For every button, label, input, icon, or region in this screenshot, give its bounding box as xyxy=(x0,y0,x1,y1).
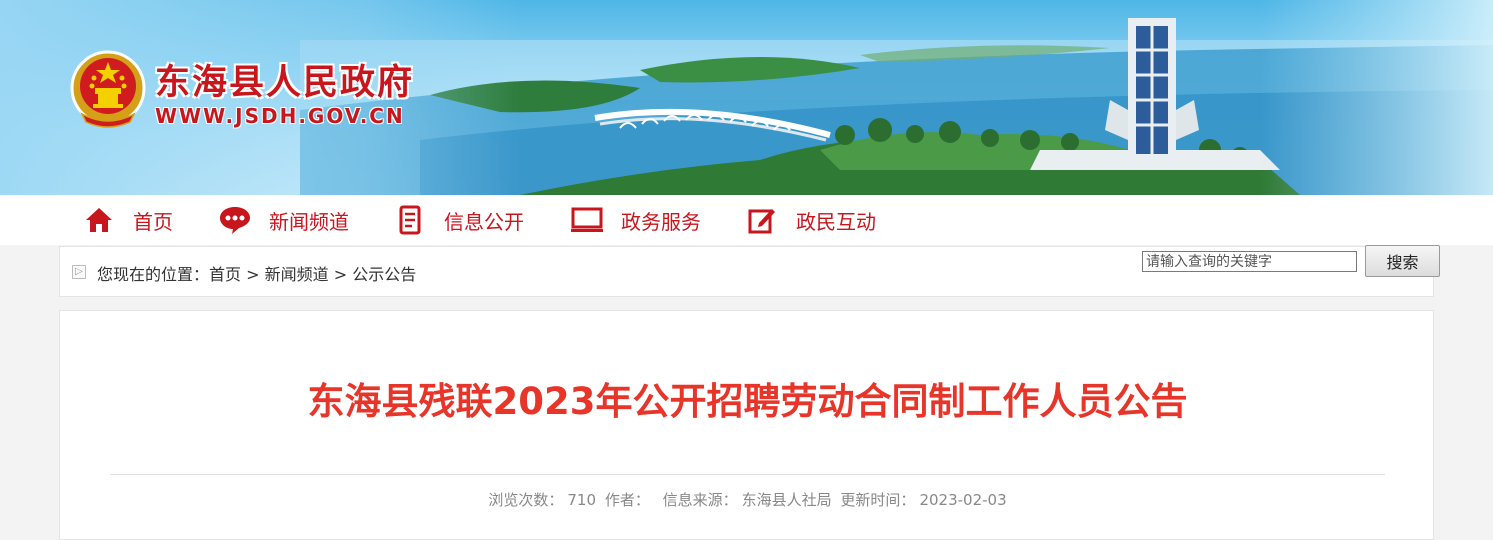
nav-label-home: 首页 xyxy=(133,209,173,234)
source-value: 东海县人社局 xyxy=(741,491,832,509)
header-banner: 东海县人民政府 WWW.JSDH.GOV.CN xyxy=(0,0,1493,195)
breadcrumb-current-link[interactable]: 公示公告 xyxy=(352,265,416,284)
author-label: 作者： xyxy=(604,491,650,509)
nav-label-public-interaction: 政民互动 xyxy=(796,209,876,234)
breadcrumb-separator: > xyxy=(241,265,265,284)
home-icon xyxy=(82,204,116,236)
article-meta: 浏览次数： 710 作者： 信息来源： 东海县人社局 更新时间： 2023-02-03 xyxy=(60,489,1435,510)
breadcrumb-prefix: 您现在的位置： xyxy=(97,265,210,284)
nav-item-government-services[interactable]: 政务服务 xyxy=(570,195,701,245)
nav-item-info-disclosure[interactable]: 信息公开 xyxy=(393,195,524,245)
chat-bubble-icon xyxy=(218,204,252,236)
breadcrumb-news-link[interactable]: 新闻频道 xyxy=(265,265,329,284)
edit-icon xyxy=(745,204,779,236)
breadcrumb-separator: > xyxy=(328,265,353,284)
site-name[interactable]: 东海县人民政府 xyxy=(155,54,414,105)
breadcrumb-home-link[interactable]: 首页 xyxy=(209,265,241,284)
view-count: 710 xyxy=(567,491,597,509)
document-icon xyxy=(393,204,427,236)
updated-label: 更新时间： xyxy=(840,491,916,509)
nav-label-info-disclosure: 信息公开 xyxy=(444,209,524,234)
breadcrumb-text: 您现在的位置：首页 > 新闻频道 > 公示公告 xyxy=(97,261,416,285)
site-url[interactable]: WWW.JSDH.GOV.CN xyxy=(155,104,405,128)
nav-item-home[interactable]: 首页 xyxy=(82,195,173,245)
article-panel: 东海县残联2023年公开招聘劳动合同制工作人员公告 浏览次数： 710 作者： 信… xyxy=(59,310,1434,540)
nav-label-government-services: 政务服务 xyxy=(621,209,701,234)
nav-item-news[interactable]: 新闻频道 xyxy=(218,195,349,245)
main-nav: 首页 新闻频道 信息公开 政务服务 政民互动 xyxy=(0,195,1493,245)
nav-label-news: 新闻频道 xyxy=(269,209,349,234)
monitor-icon xyxy=(570,204,604,236)
location-icon: ▷ xyxy=(72,265,86,279)
article-title: 东海县残联2023年公开招聘劳动合同制工作人员公告 xyxy=(307,380,1188,423)
views-label: 浏览次数： xyxy=(488,491,564,509)
search-input[interactable] xyxy=(1142,251,1357,272)
nav-item-public-interaction[interactable]: 政民互动 xyxy=(745,195,876,245)
national-emblem-icon xyxy=(70,50,146,128)
updated-date: 2023-02-03 xyxy=(919,491,1007,509)
source-label: 信息来源： xyxy=(662,491,738,509)
search-button[interactable]: 搜索 xyxy=(1365,245,1440,277)
divider xyxy=(110,474,1385,475)
